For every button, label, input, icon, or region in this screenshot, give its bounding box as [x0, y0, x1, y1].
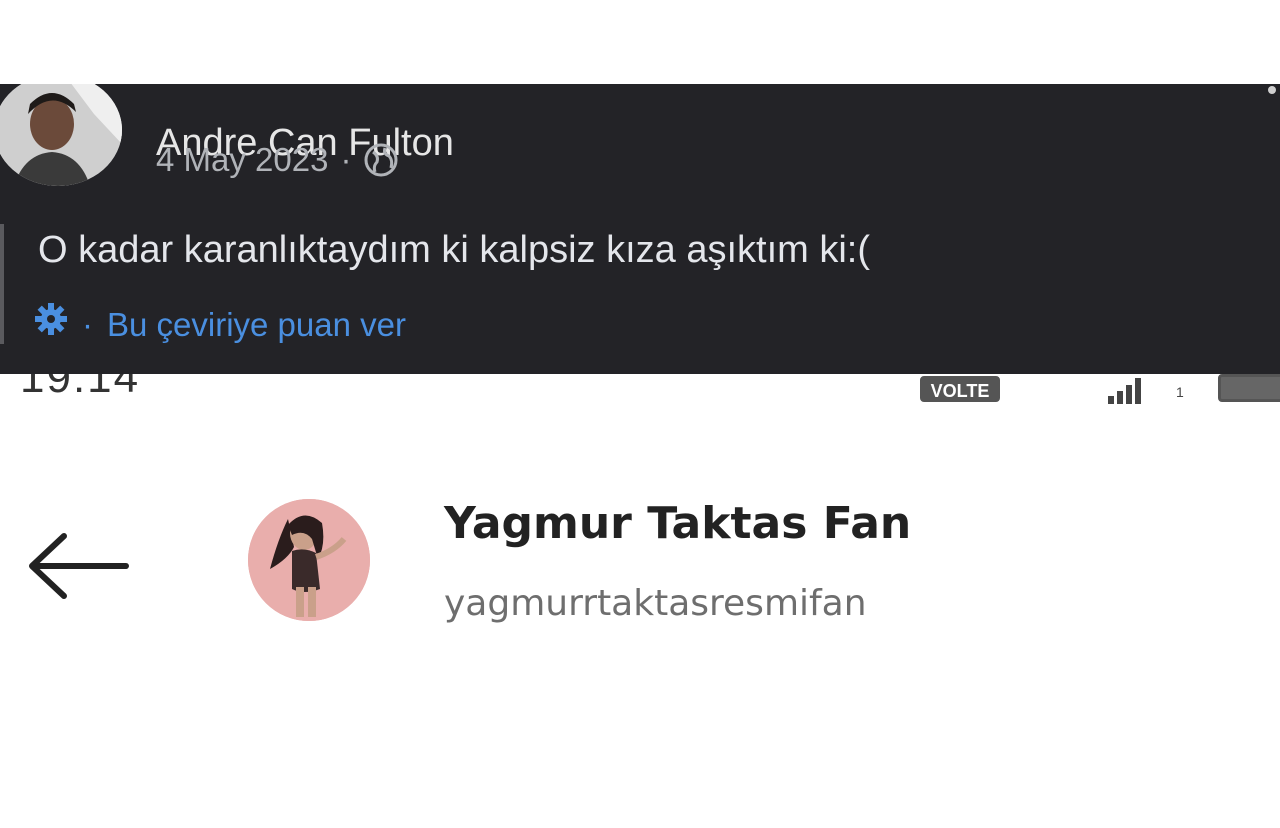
translate-separator: · [82, 305, 93, 343]
arrow-left-icon[interactable] [26, 530, 130, 602]
facebook-post: Andre Can Fulton 4 May 2023 · O kadar ka… [0, 84, 1280, 374]
quote-bar [0, 224, 4, 344]
gear-icon [34, 302, 68, 347]
rate-translation-link[interactable]: Bu çeviriye puan ver [107, 303, 406, 347]
profile-display-name: Yagmur Taktas Fan [444, 498, 912, 549]
author-avatar[interactable] [0, 84, 122, 186]
post-date[interactable]: 4 May 2023 [156, 140, 328, 180]
post-text: O kadar karanlıktaydım ki kalpsiz kıza a… [38, 229, 871, 271]
status-bar: 19:14 VOLTE 1 [0, 374, 1280, 414]
meta-separator: · [340, 141, 352, 178]
signal-icon [1108, 378, 1141, 404]
profile-username: yagmurrtaktasresmifan [444, 583, 867, 624]
status-time: 19:14 [20, 374, 141, 402]
battery-icon [1218, 374, 1280, 402]
more-options-icon[interactable] [1268, 86, 1276, 94]
post-meta: 4 May 2023 · [156, 140, 399, 180]
translation-rating: · Bu çeviriye puan ver [34, 302, 406, 347]
volte-badge: VOLTE [920, 376, 1000, 402]
signal-sim-number: 1 [1176, 384, 1184, 400]
profile-avatar[interactable] [248, 499, 370, 621]
globe-icon [363, 142, 399, 178]
